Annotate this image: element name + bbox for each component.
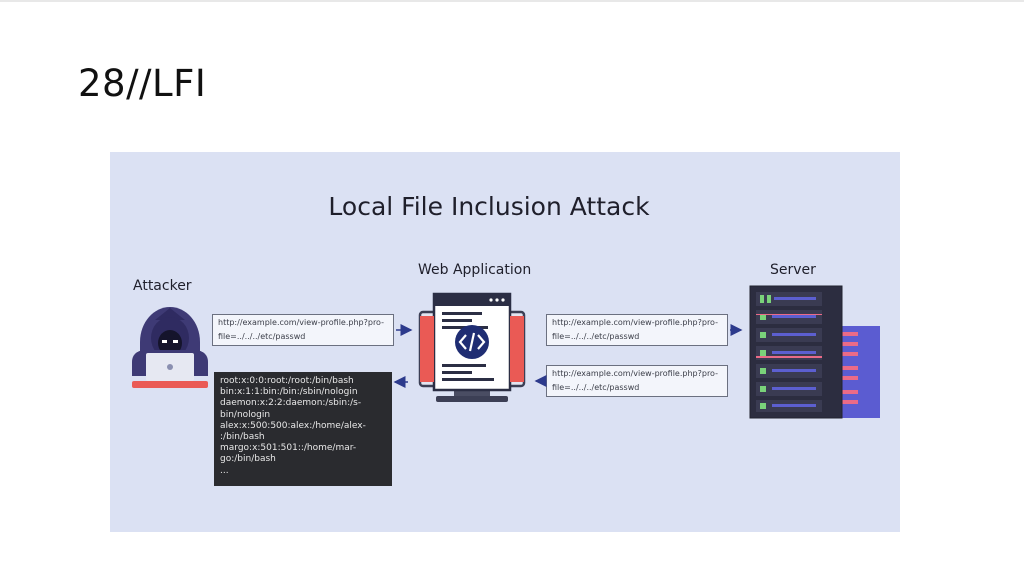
slide-title: 28//LFI	[78, 62, 207, 105]
top-border	[0, 0, 1024, 2]
diagram-panel: Local File Inclusion Attack Attacker Web…	[110, 152, 900, 532]
monitor-code-icon	[418, 292, 526, 402]
diagram-graphics	[132, 285, 880, 419]
server-rack-icon	[749, 285, 880, 419]
